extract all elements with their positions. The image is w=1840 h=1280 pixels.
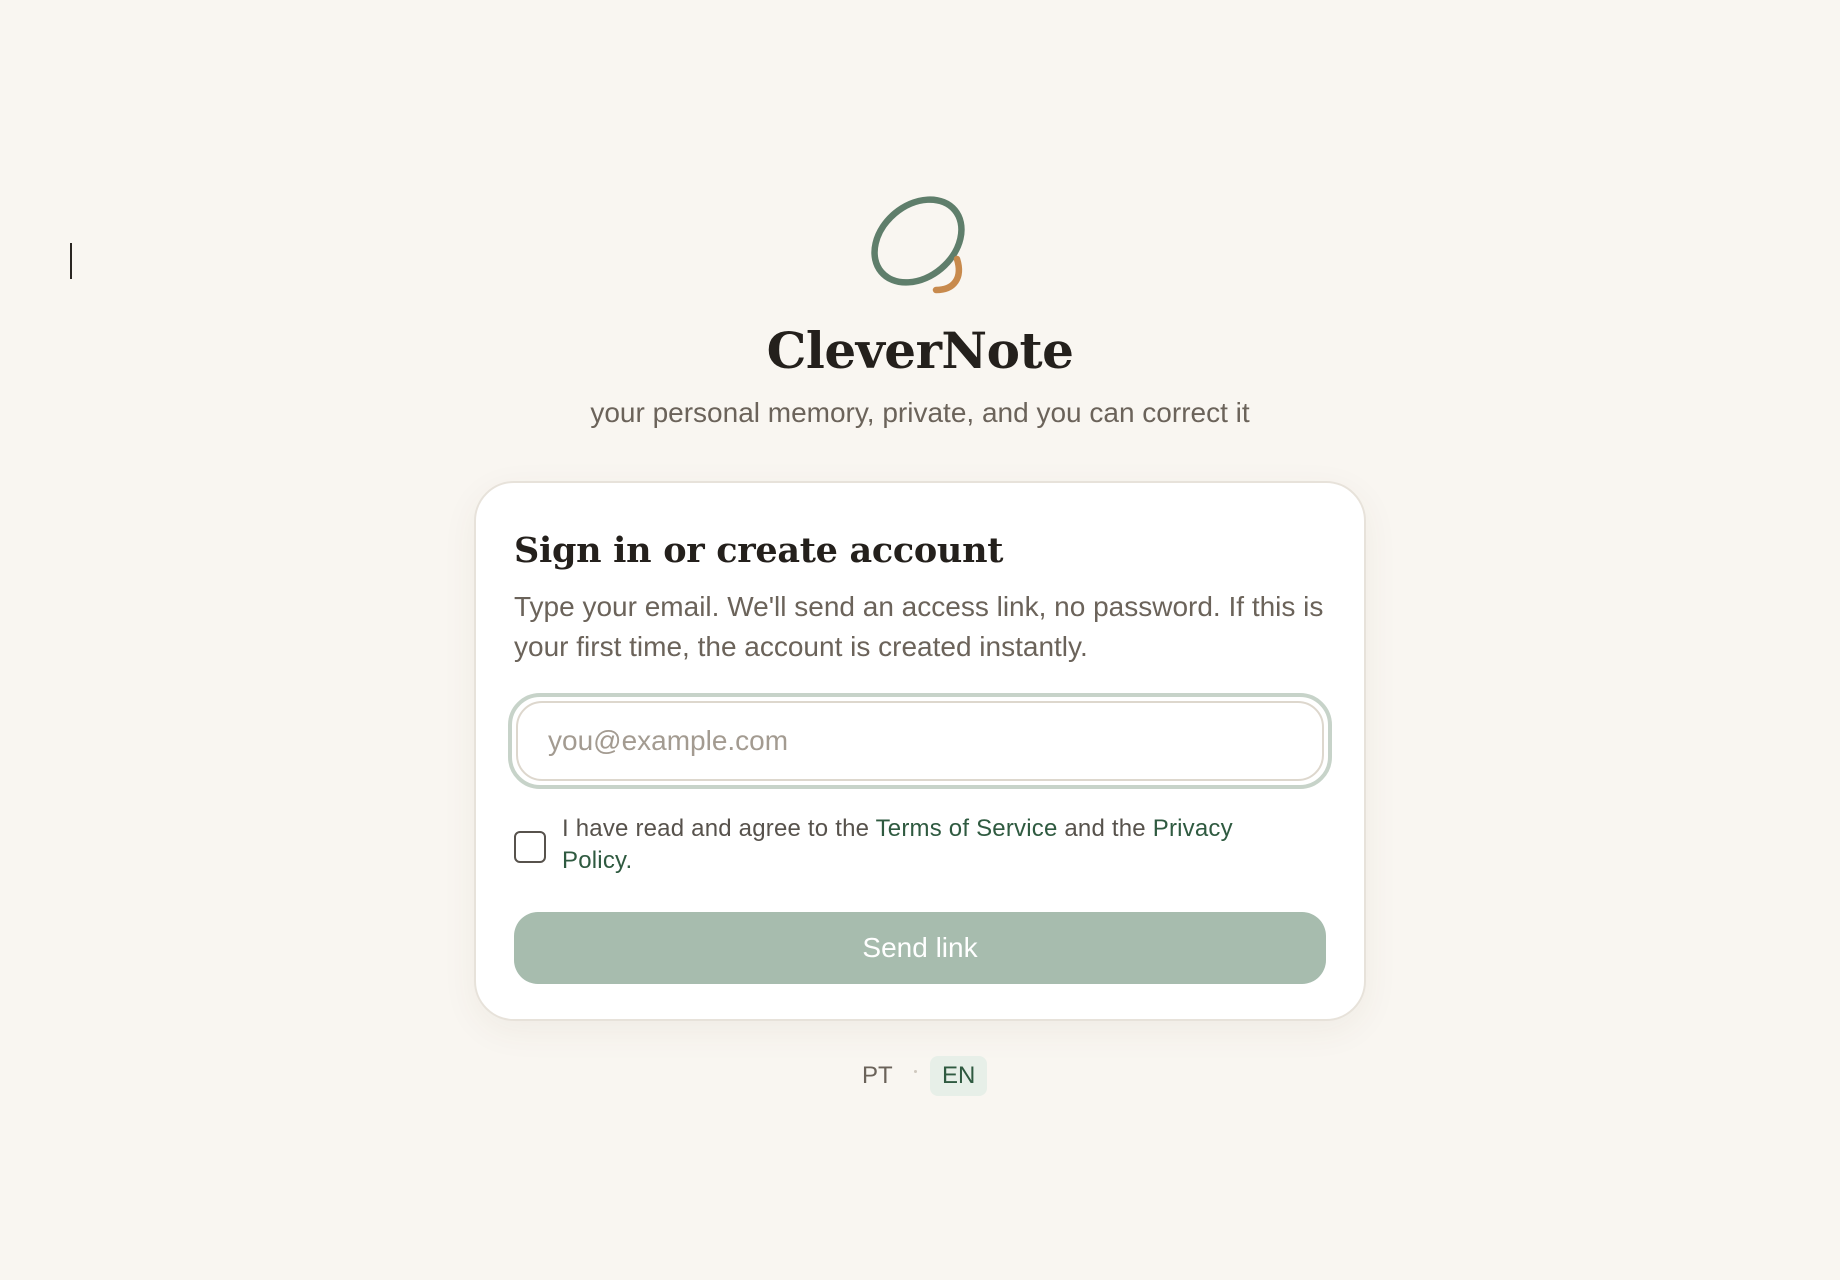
email-field-focus-ring [508, 693, 1332, 789]
app-name: CleverNote [766, 321, 1074, 380]
app-tagline: your personal memory, private, and you c… [590, 397, 1250, 428]
language-option-en[interactable]: EN [930, 1056, 988, 1096]
language-separator [914, 1070, 917, 1073]
terms-suffix: . [625, 847, 633, 874]
terms-prefix: I have read and agree to the [562, 815, 876, 842]
terms-of-service-link[interactable]: Terms of Service [876, 815, 1058, 842]
sign-in-card: Sign in or create account Type your emai… [474, 481, 1366, 1021]
clevernote-logo-icon [862, 186, 978, 302]
card-description: Type your email. We'll send an access li… [514, 591, 1324, 662]
email-input[interactable] [516, 701, 1324, 781]
terms-middle: and the [1057, 815, 1153, 842]
terms-text: I have read and agree to the Terms of Se… [562, 813, 1302, 877]
terms-checkbox[interactable] [514, 831, 546, 863]
send-link-button[interactable]: Send link [514, 912, 1326, 984]
text-caret [70, 243, 72, 279]
sign-in-page: CleverNote your personal memory, private… [0, 0, 1840, 1280]
card-title: Sign in or create account [514, 530, 1004, 571]
language-option-pt[interactable]: PT [850, 1056, 905, 1096]
